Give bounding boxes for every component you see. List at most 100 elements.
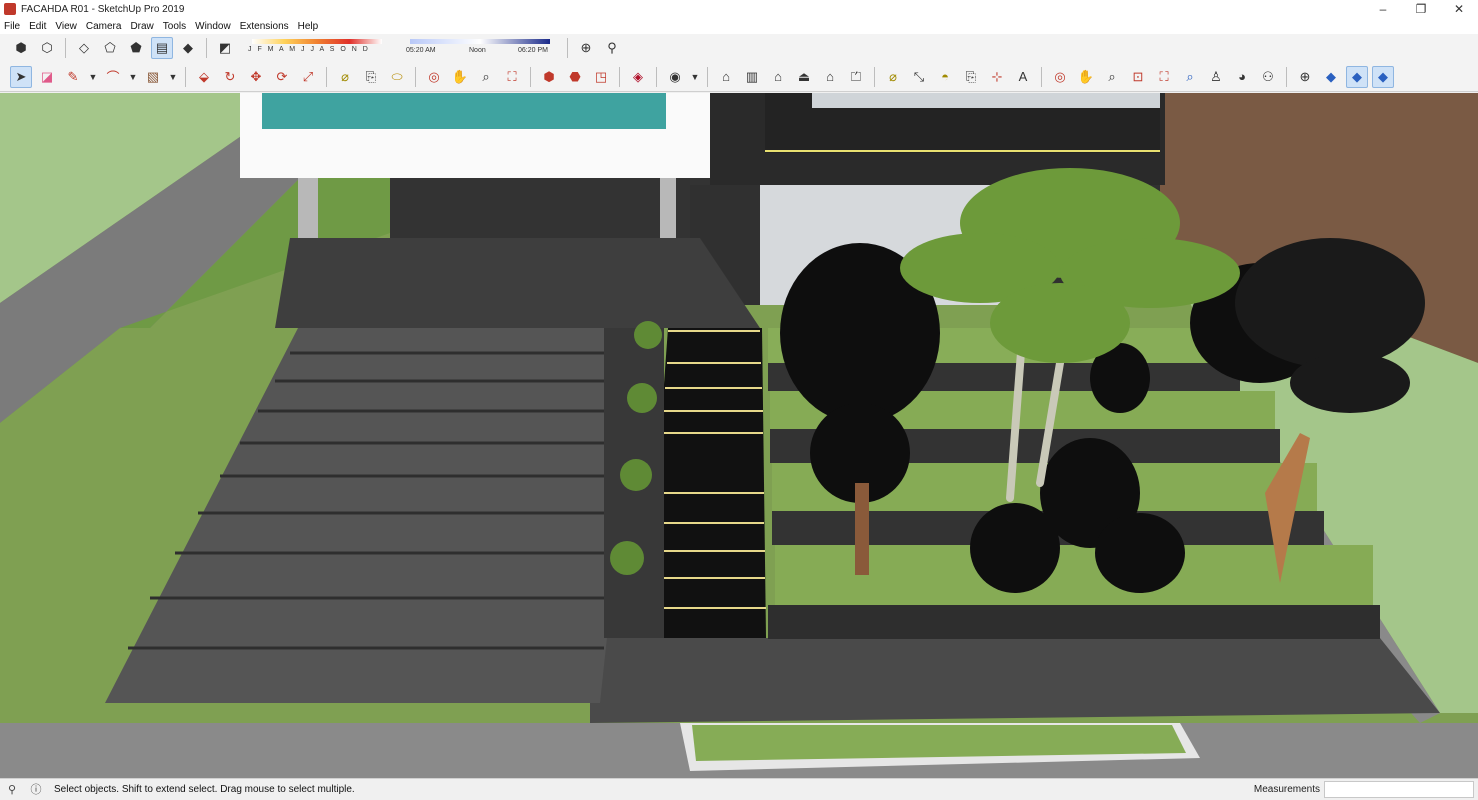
display-section-planes-icon[interactable]: ◆ <box>1320 66 1342 88</box>
profile-dropdown-icon[interactable]: ▼ <box>690 66 700 88</box>
menu-window[interactable]: Window <box>195 21 231 32</box>
warehouse-icon[interactable]: ⬢ <box>538 66 560 88</box>
shaded-icon[interactable]: ⬟ <box>125 37 147 59</box>
zoom-extents2-icon[interactable]: ⛶ <box>1153 66 1175 88</box>
restore-button[interactable]: ❐ <box>1402 0 1440 18</box>
dimension-icon[interactable]: ⤡ <box>908 66 930 88</box>
time-start: 05:20 AM <box>406 47 436 54</box>
hidden-line-icon[interactable]: ⬠ <box>99 37 121 59</box>
rectangle-dropdown-icon[interactable]: ▼ <box>168 66 178 88</box>
menu-view[interactable]: View <box>55 21 77 32</box>
toolbar-separator <box>707 66 708 87</box>
toolbar-separator <box>530 66 531 87</box>
menu-edit[interactable]: Edit <box>29 21 46 32</box>
lower-paving <box>590 638 1440 723</box>
front-view-icon[interactable]: ⌂ <box>767 66 789 88</box>
monochrome-icon[interactable]: ◆ <box>177 37 199 59</box>
toolbar-separator <box>656 66 657 87</box>
arc-dropdown-icon[interactable]: ▼ <box>128 66 138 88</box>
iso-view-icon[interactable]: ⌂ <box>715 66 737 88</box>
arc-icon[interactable]: ⌒ <box>102 66 124 88</box>
toolbar-separator <box>567 38 568 58</box>
paint-icon[interactable]: ⬭ <box>386 66 408 88</box>
select-icon[interactable]: ➤ <box>10 65 32 88</box>
tape-icon[interactable]: ⌀ <box>334 66 356 88</box>
eraser-icon[interactable]: ◪ <box>36 66 58 88</box>
tape-measure-icon[interactable]: ⌀ <box>882 66 904 88</box>
3d-viewport[interactable] <box>0 93 1478 778</box>
move-icon[interactable]: ✥ <box>245 66 267 88</box>
minimize-button[interactable]: – <box>1364 0 1402 18</box>
section-cut-icon[interactable]: ⊕ <box>1294 66 1316 88</box>
menu-draw[interactable]: Draw <box>130 21 153 32</box>
protractor-icon[interactable]: ◓ <box>934 66 956 88</box>
pencil-dropdown-icon[interactable]: ▼ <box>88 66 98 88</box>
toolbar-separator <box>874 66 875 87</box>
pan2-icon[interactable]: ✋ <box>1075 66 1097 88</box>
left-view-icon[interactable]: ⏍ <box>845 66 867 88</box>
right-view-icon[interactable]: ⏏ <box>793 66 815 88</box>
measurements-label: Measurements <box>1253 784 1320 795</box>
ruby-icon[interactable]: ◈ <box>627 66 649 88</box>
sketchup-app-icon <box>4 3 16 15</box>
rectangle-icon[interactable]: ▧ <box>142 66 164 88</box>
shadow-months: J F M A M J J A S O N D <box>248 46 370 53</box>
upper-glass <box>812 93 1160 108</box>
zoom-extents-icon[interactable]: ⛶ <box>501 66 523 88</box>
3d-text-icon[interactable]: A <box>1012 66 1034 88</box>
geo-location-icon[interactable]: ⚲ <box>5 783 19 797</box>
time-noon: Noon <box>469 47 486 54</box>
xray-icon[interactable]: ⬢ <box>10 37 32 59</box>
position-camera-icon[interactable]: ♙ <box>1205 66 1227 88</box>
back-edges-icon[interactable]: ⬡ <box>36 37 58 59</box>
close-button[interactable]: ✕ <box>1440 0 1478 18</box>
time-end: 06:20 PM <box>518 47 548 54</box>
toolbar-separator <box>65 38 66 58</box>
follow-me-icon[interactable]: ↻ <box>219 66 241 88</box>
extension-warehouse-icon[interactable]: ⬣ <box>564 66 586 88</box>
previous-icon[interactable]: ⌕ <box>1179 66 1201 88</box>
zoom2-icon[interactable]: ⌕ <box>1101 66 1123 88</box>
measurements-input[interactable] <box>1324 781 1474 798</box>
rotate-icon[interactable]: ⟳ <box>271 66 293 88</box>
section-plane-icon[interactable]: ⊕ <box>575 37 597 59</box>
window-controls: – ❐ ✕ <box>1364 0 1478 18</box>
pan-icon[interactable]: ✋ <box>449 66 471 88</box>
toolbar-separator <box>1041 66 1042 87</box>
layout-icon[interactable]: ◳ <box>590 66 612 88</box>
shaded-textures-icon[interactable]: ▤ <box>151 37 173 59</box>
eraser-style-icon[interactable]: ◩ <box>214 37 236 59</box>
orbit-icon[interactable]: ◎ <box>423 66 445 88</box>
section-display-icon[interactable]: ⚲ <box>601 37 623 59</box>
shadow-date-slider[interactable]: J F M A M J J A S O N D <box>244 36 394 60</box>
menu-tools[interactable]: Tools <box>163 21 186 32</box>
back-view-icon[interactable]: ⌂ <box>819 66 841 88</box>
look-around-icon[interactable]: ◕ <box>1231 66 1253 88</box>
menu-camera[interactable]: Camera <box>86 21 122 32</box>
menu-file[interactable]: File <box>4 21 20 32</box>
orbit2-icon[interactable]: ◎ <box>1049 66 1071 88</box>
zoom-window-icon[interactable]: ⊡ <box>1127 66 1149 88</box>
model-scene[interactable] <box>0 93 1478 778</box>
section-fill-icon[interactable]: ◆ <box>1372 65 1394 88</box>
scale-icon[interactable]: ⤢ <box>297 66 319 88</box>
toolbar-separator <box>185 66 186 87</box>
window-title: FACAHDA R01 - SketchUp Pro 2019 <box>21 3 185 15</box>
walk-icon[interactable]: ⚇ <box>1257 66 1279 88</box>
menu-extensions[interactable]: Extensions <box>240 21 289 32</box>
title-bar: FACAHDA R01 - SketchUp Pro 2019 – ❐ ✕ <box>0 0 1478 18</box>
text-label-icon[interactable]: ⎘ <box>960 66 982 88</box>
zoom-icon[interactable]: ⌕ <box>475 66 497 88</box>
wireframe-icon[interactable]: ◇ <box>73 37 95 59</box>
profile-icon[interactable]: ◉ <box>664 66 686 88</box>
info-icon[interactable]: ⓘ <box>29 783 43 797</box>
shadow-time-slider[interactable]: 05:20 AM Noon 06:20 PM <box>406 36 556 60</box>
top-view-icon[interactable]: ▥ <box>741 66 763 88</box>
menu-bar: File Edit View Camera Draw Tools Window … <box>0 18 1478 34</box>
text-icon[interactable]: ⎘ <box>360 66 382 88</box>
display-section-cuts-icon[interactable]: ◆ <box>1346 65 1368 88</box>
push-pull-icon[interactable]: ⬙ <box>193 66 215 88</box>
menu-help[interactable]: Help <box>298 21 319 32</box>
pencil-icon[interactable]: ✎ <box>62 66 84 88</box>
axes-icon[interactable]: ⊹ <box>986 66 1008 88</box>
